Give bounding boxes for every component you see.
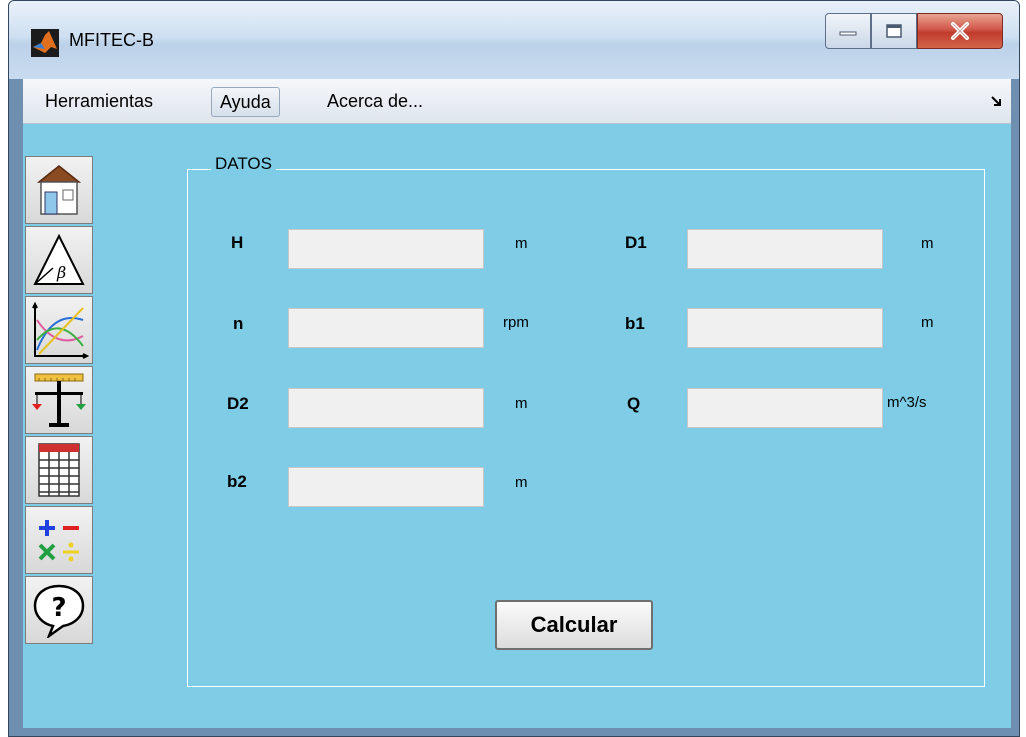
label-H: H [231,233,244,252]
matlab-logo-icon [31,29,59,57]
D2-input[interactable] [288,388,484,428]
close-button[interactable] [917,13,1003,49]
chevron-down-right-icon[interactable] [991,93,1001,109]
help-bubble-icon: ? [33,584,85,638]
n-input[interactable] [288,308,484,348]
svg-text:?: ? [51,593,66,623]
label-b2: b2 [227,472,247,491]
label-b1: b1 [625,314,645,333]
panel-title: DATOS [211,154,276,174]
unit-Q: m^3/s [887,394,927,411]
label-D2: D2 [227,394,249,413]
unit-D1: m [921,235,934,252]
label-n: n [233,314,244,333]
H-input[interactable] [288,229,484,269]
home-button[interactable] [25,156,93,224]
minimize-icon [826,14,870,48]
operations-button[interactable] [25,506,93,574]
unit-b2: m [515,474,528,491]
menu-ayuda[interactable]: Ayuda [211,87,280,117]
balance-icon [32,373,86,427]
label-Q: Q [627,394,641,413]
svg-text:β: β [56,263,66,282]
operations-icon [38,520,79,562]
unit-b1: m [921,314,934,331]
Q-input[interactable] [687,388,883,428]
graph-icon [32,301,89,359]
table-button[interactable] [25,436,93,504]
menu-bar: Herramientas Ayuda Acerca de... [23,79,1011,124]
D1-input[interactable] [687,229,883,269]
minimize-button[interactable] [825,13,871,49]
main-content: β ? DATOS H m n rpm D2 m b2 m D1 m b1 m … [23,124,1011,728]
app-window: MFITEC-B Herramientas Ayuda Acerca de... [8,0,1020,737]
unit-n: rpm [503,314,529,331]
close-icon [918,14,1002,48]
help-button[interactable]: ? [25,576,93,644]
label-D1: D1 [625,233,647,252]
maximize-button[interactable] [871,13,917,49]
window-title: MFITEC-B [69,30,154,50]
graph-button[interactable] [25,296,93,364]
b1-input[interactable] [687,308,883,348]
unit-D2: m [515,395,528,412]
menu-herramientas[interactable]: Herramientas [37,87,161,115]
balance-button[interactable] [25,366,93,434]
home-icon [36,165,82,215]
menu-acerca-de[interactable]: Acerca de... [319,87,431,115]
title-bar[interactable]: MFITEC-B [9,1,1019,79]
triangle-beta-icon: β [33,233,85,285]
table-icon [38,443,80,497]
unit-H: m [515,235,528,252]
side-toolbar: β ? [25,156,95,646]
triangle-beta-button[interactable]: β [25,226,93,294]
b2-input[interactable] [288,467,484,507]
maximize-icon [872,14,916,48]
calcular-button[interactable]: Calcular [495,600,653,650]
